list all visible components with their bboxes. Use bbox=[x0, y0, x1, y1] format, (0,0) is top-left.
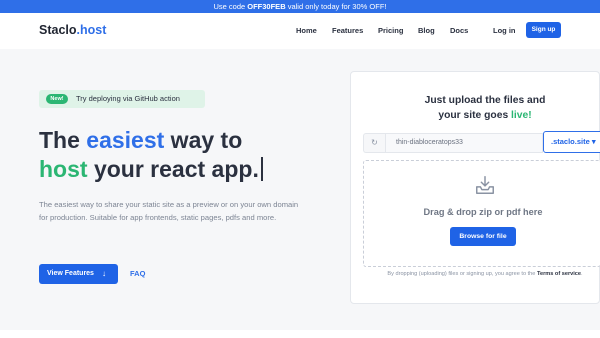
logo[interactable]: Staclo.host bbox=[39, 23, 106, 37]
nav-docs[interactable]: Docs bbox=[450, 26, 468, 35]
headline-line-1: The easiest way to bbox=[39, 127, 242, 154]
arrow-down-icon: ↓ bbox=[102, 269, 106, 278]
upload-title-live: live! bbox=[511, 110, 532, 121]
nav-home[interactable]: Home bbox=[296, 26, 317, 35]
headline-highlight-easiest: easiest bbox=[86, 127, 165, 153]
nav-pricing[interactable]: Pricing bbox=[378, 26, 403, 35]
nav-features[interactable]: Features bbox=[332, 26, 363, 35]
top-navbar: Staclo.host Home Features Pricing Blog D… bbox=[0, 13, 600, 49]
nav-blog[interactable]: Blog bbox=[418, 26, 435, 35]
headline-text: way to bbox=[164, 127, 243, 153]
upload-card: Just upload the files and your site goes… bbox=[350, 71, 600, 304]
view-features-label: View Features bbox=[47, 270, 94, 277]
hero-description: The easiest way to share your static sit… bbox=[39, 200, 299, 222]
login-link[interactable]: Log in bbox=[493, 26, 516, 35]
headline-line-2: host your react app. bbox=[39, 156, 263, 183]
headline-text: The bbox=[39, 127, 87, 153]
signup-button[interactable]: Sign up bbox=[526, 22, 561, 38]
subdomain-input[interactable]: thin-diabloceratops33 bbox=[385, 133, 543, 153]
headline-text: your react app. bbox=[87, 156, 259, 182]
dropzone-text: Drag & drop zip or pdf here bbox=[423, 207, 543, 217]
terms-link[interactable]: Terms of service bbox=[537, 271, 581, 277]
promo-prefix: Use code bbox=[213, 2, 248, 11]
headline-highlight-host: host bbox=[39, 156, 88, 182]
terms-text: . bbox=[581, 271, 583, 277]
domain-select[interactable]: .staclo.site ▾ bbox=[543, 131, 600, 153]
upload-title-line-1: Just upload the files and bbox=[424, 95, 546, 106]
terms-note: By dropping (uploading) files or signing… bbox=[351, 271, 600, 277]
promo-code: OFF30FEB bbox=[247, 2, 286, 11]
announcement-badge[interactable]: New! Try deploying via GitHub action bbox=[39, 90, 205, 108]
terms-text: By dropping (uploading) files or signing… bbox=[387, 271, 537, 277]
upload-title-line-2: your site goes bbox=[438, 110, 512, 121]
dropzone[interactable]: Drag & drop zip or pdf here Browse for f… bbox=[363, 160, 600, 267]
upload-tray-icon bbox=[476, 176, 494, 194]
typing-caret bbox=[260, 157, 263, 181]
new-pill: New! bbox=[46, 94, 68, 104]
faq-link[interactable]: FAQ bbox=[130, 269, 145, 278]
subdomain-row: ↻ thin-diabloceratops33 .staclo.site ▾ bbox=[363, 131, 600, 153]
announcement-text: Try deploying via GitHub action bbox=[76, 94, 180, 103]
upload-title: Just upload the files and your site goes… bbox=[351, 93, 600, 123]
browse-file-button[interactable]: Browse for file bbox=[450, 227, 516, 246]
logo-dot: .host bbox=[76, 23, 107, 37]
promo-suffix: valid only today for 30% OFF! bbox=[285, 2, 387, 11]
refresh-icon[interactable]: ↻ bbox=[363, 133, 385, 153]
logo-main: Staclo bbox=[39, 23, 77, 37]
view-features-button[interactable]: View Features ↓ bbox=[39, 264, 118, 284]
promo-banner: Use code OFF30FEB valid only today for 3… bbox=[0, 0, 600, 13]
